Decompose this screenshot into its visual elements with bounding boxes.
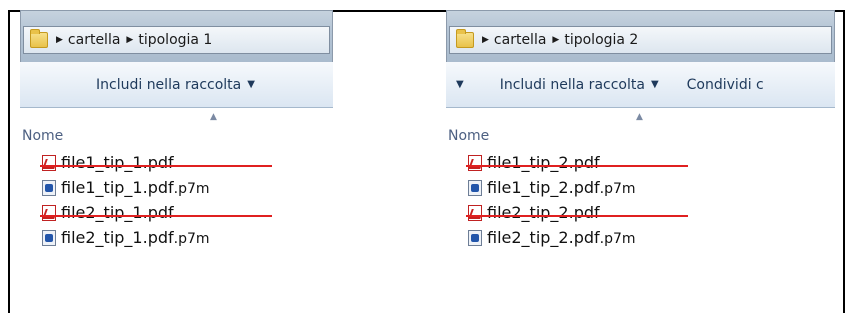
file-extension: .p7m [173,231,210,247]
caret-down-icon[interactable]: ▼ [456,79,464,90]
file-name-base: file2_tip_2.pdf [487,228,600,247]
folder-icon [456,29,474,48]
file-item[interactable]: file2_tip_2.pdf.p7m [446,225,835,250]
file-item[interactable]: file2_tip_1.pdf [20,200,333,225]
pdf-file-icon [42,204,56,221]
folder-icon [30,29,48,48]
breadcrumb-item[interactable]: cartella [494,32,547,48]
p7m-file-icon [42,179,56,196]
share-button[interactable]: Condividi c [687,77,764,93]
file-name-base: file1_tip_1.pdf [61,178,174,197]
include-in-library-label: Includi nella raccolta [96,76,242,93]
file-extension: .p7m [599,231,636,247]
strike-line [40,165,272,167]
command-bar: Includi nella raccolta ▼ [20,62,333,108]
file-name: file1_tip_1.pdf.p7m [61,178,210,197]
caret-down-icon: ▼ [650,79,659,90]
p7m-file-icon [468,229,482,246]
file-extension: .p7m [173,181,210,197]
pdf-file-icon [468,154,482,171]
chevron-right-icon[interactable]: ▶ [552,35,559,45]
file-item[interactable]: file1_tip_2.pdf.p7m [446,175,835,200]
chevron-right-icon[interactable]: ▶ [482,35,489,45]
chevron-right-icon[interactable]: ▶ [126,35,133,45]
explorer-window-right: ▶ cartella ▶ tipologia 2 ▼ Includi nella… [446,10,835,303]
address-area: ▶ cartella ▶ tipologia 1 [20,10,333,64]
file-item[interactable]: file2_tip_2.pdf [446,200,835,225]
breadcrumb-item[interactable]: tipologia 1 [138,32,212,48]
p7m-file-icon [42,229,56,246]
file-list: file1_tip_2.pdf file1_tip_2.pdf.p7m file… [446,150,835,250]
strike-line [40,215,272,217]
include-in-library-button[interactable]: Includi nella raccolta ▼ [500,77,659,93]
column-header-label: Nome [448,128,490,144]
file-name: file2_tip_2.pdf.p7m [487,228,636,247]
address-bar[interactable]: ▶ cartella ▶ tipologia 1 [23,26,330,54]
file-item[interactable]: file1_tip_2.pdf [446,150,835,175]
column-header-label: Nome [22,128,64,144]
explorer-window-left: ▶ cartella ▶ tipologia 1 Includi nella r… [20,10,333,303]
file-name-base: file2_tip_1.pdf [61,228,174,247]
file-name-base: file1_tip_2.pdf [487,178,600,197]
include-in-library-label: Includi nella raccolta [499,76,645,93]
address-bar[interactable]: ▶ cartella ▶ tipologia 2 [449,26,832,54]
file-name: file2_tip_2.pdf [487,203,600,222]
file-item[interactable]: file1_tip_1.pdf.p7m [20,175,333,200]
file-name: file1_tip_2.pdf.p7m [487,178,636,197]
strike-line [466,165,688,167]
file-item[interactable]: file2_tip_1.pdf.p7m [20,225,333,250]
command-bar: ▼ Includi nella raccolta ▼ Condividi c [446,62,835,108]
sort-ascending-icon: ▲ [636,112,643,122]
pdf-file-icon [42,154,56,171]
file-name: file2_tip_1.pdf [61,203,174,222]
breadcrumb-item[interactable]: cartella [68,32,121,48]
file-extension: .p7m [599,181,636,197]
column-header-name[interactable]: ▲ Nome [446,108,835,152]
caret-down-icon: ▼ [247,79,255,90]
file-list: file1_tip_1.pdf file1_tip_1.pdf.p7m file… [20,150,333,250]
include-in-library-button[interactable]: Includi nella raccolta ▼ [96,77,255,93]
sort-ascending-icon: ▲ [210,112,217,122]
file-name: file1_tip_2.pdf [487,153,600,172]
chevron-right-icon[interactable]: ▶ [56,35,63,45]
file-name: file2_tip_1.pdf.p7m [61,228,210,247]
file-item[interactable]: file1_tip_1.pdf [20,150,333,175]
share-label: Condividi c [686,76,764,93]
pdf-file-icon [468,204,482,221]
file-name: file1_tip_1.pdf [61,153,174,172]
strike-line [466,215,688,217]
p7m-file-icon [468,179,482,196]
address-area: ▶ cartella ▶ tipologia 2 [446,10,835,64]
breadcrumb-item[interactable]: tipologia 2 [564,32,638,48]
column-header-name[interactable]: ▲ Nome [20,108,333,152]
